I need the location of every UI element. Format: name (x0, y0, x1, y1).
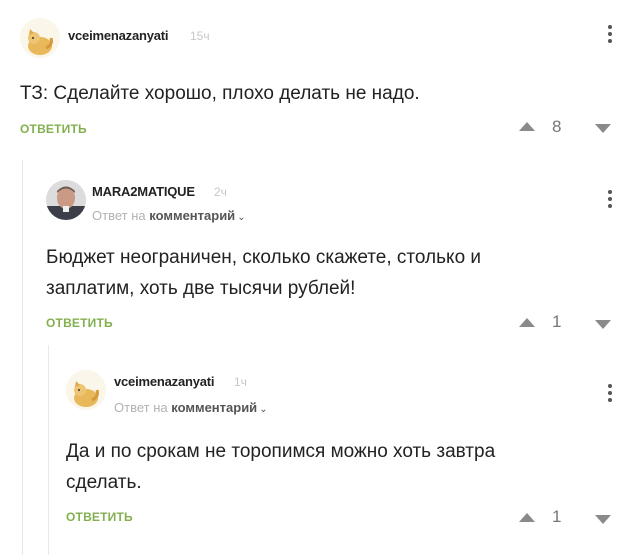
reply-to-prefix: Ответ на (114, 400, 168, 415)
comment-text: Да и по срокам не торопимся можно хоть з… (66, 436, 495, 498)
comment-3: vceimenazanyati 1ч Ответ на комментарий ⌄… (0, 350, 640, 555)
downvote-icon[interactable] (595, 124, 611, 133)
upvote-icon[interactable] (519, 513, 535, 522)
comment-text: ТЗ: Сделайте хорошо, плохо делать не над… (20, 78, 420, 109)
comment-1: vceimenazanyati 15ч ТЗ: Сделайте хорошо,… (0, 0, 640, 150)
timestamp: 2ч (214, 185, 227, 199)
comment-text-line: сделать. (66, 472, 142, 493)
cat-avatar-icon[interactable] (20, 18, 60, 58)
comment-2: MARA2MATIQUE 2ч Ответ на комментарий ⌄ Бю… (0, 160, 640, 345)
chevron-down-icon: ⌄ (237, 212, 246, 223)
score: 8 (552, 117, 562, 136)
comment-text-line: Бюджет неограничен, сколько скажете, сто… (46, 247, 482, 268)
comment-text-line: Да и по срокам не торопимся можно хоть з… (66, 441, 496, 462)
downvote-icon[interactable] (595, 320, 611, 329)
man-portrait-avatar-icon[interactable] (46, 180, 86, 220)
comment-text: Бюджет неограничен, сколько скажете, сто… (46, 242, 481, 304)
score: 1 (552, 312, 562, 331)
chevron-down-icon: ⌄ (259, 404, 268, 415)
reply-button[interactable]: ОТВЕТИТЬ (66, 510, 133, 524)
more-options-icon[interactable] (608, 384, 612, 405)
reply-button[interactable]: ОТВЕТИТЬ (20, 122, 87, 136)
downvote-icon[interactable] (595, 515, 611, 524)
cat-avatar-icon[interactable] (66, 370, 106, 410)
reply-to-link[interactable]: Ответ на комментарий ⌄ (92, 208, 246, 223)
upvote-icon[interactable] (519, 122, 535, 131)
reply-button[interactable]: ОТВЕТИТЬ (46, 316, 113, 330)
reply-to-target: комментарий (171, 400, 258, 415)
username[interactable]: MARA2MATIQUE (92, 184, 195, 199)
timestamp: 1ч (234, 375, 247, 389)
comment-text-line: заплатим, хоть две тысячи рублей! (46, 278, 356, 299)
username[interactable]: vceimenazanyati (68, 28, 169, 43)
more-options-icon[interactable] (608, 25, 612, 46)
reply-to-link[interactable]: Ответ на комментарий ⌄ (114, 400, 268, 415)
reply-to-target: комментарий (149, 208, 236, 223)
upvote-icon[interactable] (519, 318, 535, 327)
timestamp: 15ч (190, 29, 210, 43)
more-options-icon[interactable] (608, 190, 612, 211)
score: 1 (552, 507, 562, 526)
username[interactable]: vceimenazanyati (114, 374, 215, 389)
comment-text-line: ТЗ: Сделайте хорошо, плохо делать не над… (20, 83, 420, 104)
reply-to-prefix: Ответ на (92, 208, 146, 223)
